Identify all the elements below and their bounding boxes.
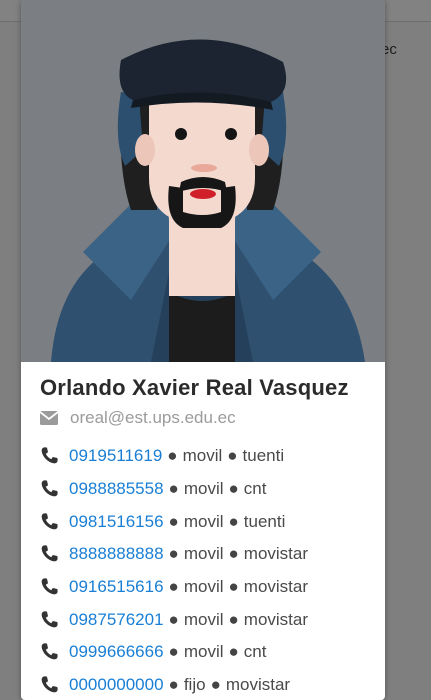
separator-dot: ● <box>167 446 178 466</box>
phone-type: movil <box>183 577 224 597</box>
phone-icon <box>40 544 60 564</box>
phone-carrier: movistar <box>243 544 309 564</box>
separator-dot: ● <box>228 479 239 499</box>
separator-dot: ● <box>168 577 179 597</box>
phone-carrier: cnt <box>243 479 267 499</box>
separator-dot: ● <box>227 446 238 466</box>
phone-number-link[interactable]: 8888888888 <box>69 544 164 564</box>
phone-icon <box>40 479 60 499</box>
phone-type: movil <box>183 642 224 662</box>
phone-row: 0919511619 ● movil ● tuenti <box>40 440 308 473</box>
contact-card: Orlando Xavier Real Vasquez oreal@est.up… <box>21 0 385 700</box>
phone-type: movil <box>183 511 224 531</box>
phone-type: movil <box>183 544 224 564</box>
avatar-illustration <box>21 0 385 362</box>
separator-dot: ● <box>210 675 221 695</box>
separator-dot: ● <box>228 609 239 629</box>
phone-type: movil <box>183 479 224 499</box>
phone-number-link[interactable]: 0916515616 <box>69 577 164 597</box>
phone-icon <box>40 577 60 597</box>
separator-dot: ● <box>168 511 179 531</box>
email-text: oreal@est.ups.edu.ec <box>70 408 236 427</box>
envelope-icon <box>39 410 60 426</box>
phone-number-link[interactable]: 0981516156 <box>69 512 164 532</box>
phone-carrier: tuenti <box>243 511 286 531</box>
phone-row: 0988885558 ● movil ● cnt <box>40 473 308 506</box>
separator-dot: ● <box>228 511 239 531</box>
phone-icon <box>40 610 60 630</box>
contact-name: Orlando Xavier Real Vasquez <box>40 375 349 400</box>
phone-number-link[interactable]: 0919511619 <box>69 446 162 466</box>
separator-dot: ● <box>168 609 179 629</box>
phone-row: 0999666666 ● movil ● cnt <box>40 636 308 669</box>
phone-list: 0919511619 ● movil ● tuenti 0988885558 ● movil ●… <box>40 440 308 700</box>
email-row: oreal@est.ups.edu.ec <box>39 407 236 429</box>
phone-number-link[interactable]: 0988885558 <box>69 479 164 499</box>
avatar <box>21 0 385 362</box>
separator-dot: ● <box>168 479 179 499</box>
phone-carrier: movistar <box>225 675 291 695</box>
phone-carrier: cnt <box>243 642 267 662</box>
phone-icon <box>40 675 60 695</box>
phone-number-link[interactable]: 0987576201 <box>69 610 164 630</box>
phone-carrier: movistar <box>243 609 309 629</box>
separator-dot: ● <box>228 642 239 662</box>
phone-number-link[interactable]: 0000000000 <box>69 675 164 695</box>
phone-icon <box>40 512 60 532</box>
phone-icon <box>40 446 60 466</box>
phone-number-link[interactable]: 0999666666 <box>69 642 164 662</box>
separator-dot: ● <box>228 577 239 597</box>
phone-row: 0987576201 ● movil ● movistar <box>40 603 308 636</box>
phone-type: movil <box>183 609 224 629</box>
phone-row: 0981516156 ● movil ● tuenti <box>40 505 308 538</box>
phone-carrier: tuenti <box>242 446 285 466</box>
separator-dot: ● <box>168 544 179 564</box>
phone-type: movil <box>182 446 223 466</box>
phone-row: 8888888888 ● movil ● movistar <box>40 538 308 571</box>
phone-row: 0916515616 ● movil ● movistar <box>40 571 308 604</box>
phone-row: 0000000000 ● fijo ● movistar <box>40 669 308 700</box>
phone-carrier: movistar <box>243 577 309 597</box>
separator-dot: ● <box>168 642 179 662</box>
phone-icon <box>40 642 60 662</box>
separator-dot: ● <box>228 544 239 564</box>
separator-dot: ● <box>168 675 179 695</box>
phone-type: fijo <box>183 675 206 695</box>
